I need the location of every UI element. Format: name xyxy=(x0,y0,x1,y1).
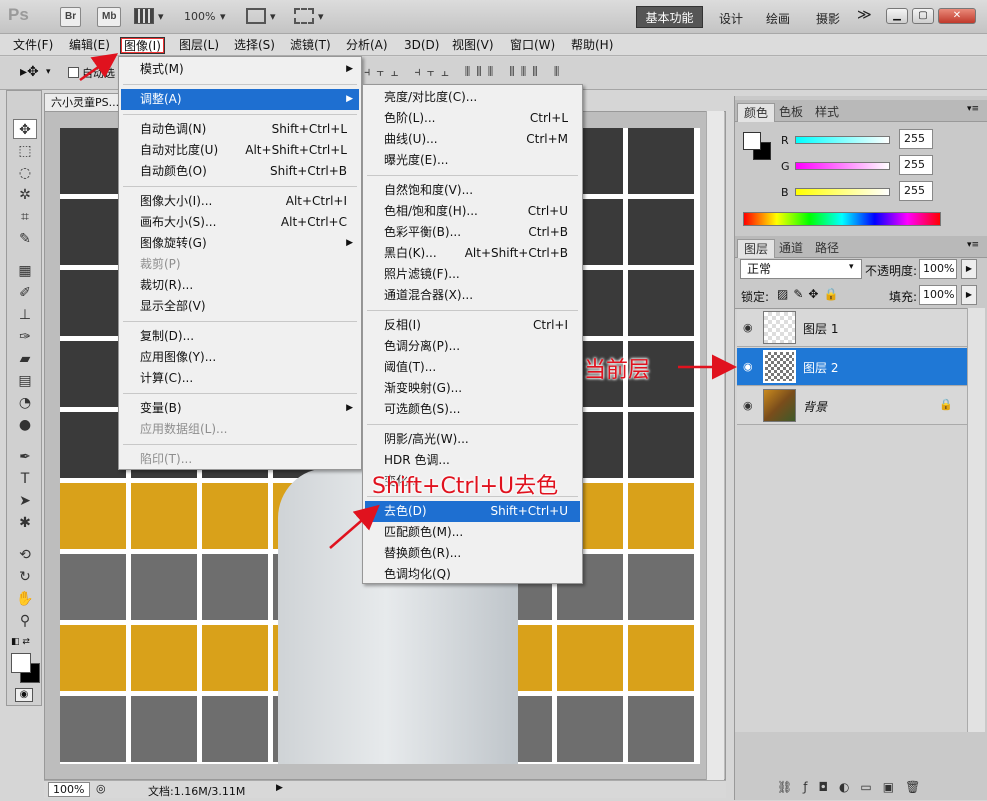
annotation-arrows xyxy=(79,53,737,549)
foreground-color-swatch[interactable] xyxy=(11,653,31,673)
annotation-current-layer: 当前层 xyxy=(584,358,651,383)
annotation-arrow xyxy=(79,53,119,82)
foreground-color-swatch[interactable] xyxy=(743,132,761,150)
annotation-arrow xyxy=(329,504,380,549)
annotation-shortcut: Shift+Ctrl+U去色 xyxy=(372,474,559,499)
